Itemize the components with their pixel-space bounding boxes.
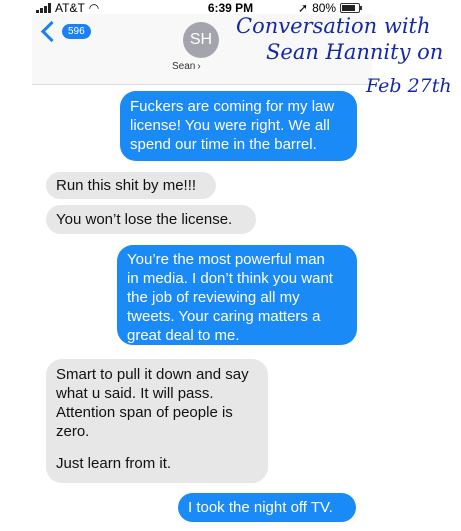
- received-message[interactable]: Run this shit by me!!!: [46, 172, 216, 199]
- unread-count-badge: 596: [62, 24, 91, 39]
- received-message[interactable]: Smart to pull it down and say what u sai…: [46, 359, 268, 483]
- message-line: spend our time in the barrel.: [130, 136, 317, 153]
- message-line: Just learn from it.: [56, 455, 172, 472]
- message-line: what u said. It will pass.: [56, 385, 214, 402]
- chevron-left-icon: [40, 20, 63, 43]
- received-message[interactable]: You won’t lose the license.: [46, 205, 256, 234]
- message-line: I took the night off TV.: [188, 499, 333, 516]
- annotation-line-3: Feb 27th: [366, 75, 452, 97]
- battery-fill: [342, 5, 355, 11]
- annotation-line-1: Conversation with: [236, 14, 431, 38]
- handwritten-annotation: Conversation with Sean Hannity on Feb 27…: [236, 12, 456, 102]
- message-line: great deal to me.: [127, 327, 240, 344]
- contact-avatar[interactable]: SH: [183, 22, 219, 58]
- message-line: Smart to pull it down and say: [56, 366, 249, 383]
- sent-message[interactable]: Fuckers are coming for my law license! Y…: [120, 91, 357, 161]
- message-line: You won’t lose the license.: [56, 211, 233, 228]
- message-line: tweets. Your caring matters a: [127, 308, 321, 325]
- contact-name: Sean: [172, 61, 196, 72]
- message-line: license! You were right. We all: [130, 117, 330, 134]
- back-button[interactable]: 596: [40, 20, 91, 43]
- annotation-line-2: Sean Hannity on: [266, 40, 444, 64]
- message-line: You’re the most powerful man: [127, 251, 325, 268]
- contact-name-button[interactable]: Sean ›: [172, 61, 201, 72]
- message-line: zero.: [56, 423, 90, 440]
- message-line: Attention span of people is: [56, 404, 233, 421]
- message-line: Run this shit by me!!!: [56, 177, 197, 194]
- sent-message[interactable]: I took the night off TV.: [178, 493, 356, 522]
- chevron-right-icon: ›: [197, 61, 201, 72]
- sent-message[interactable]: You’re the most powerful man in media. I…: [117, 245, 357, 345]
- message-line: in media. I don’t think you want: [127, 270, 333, 287]
- message-line: the job of reviewing all my: [127, 289, 300, 306]
- message-line: Fuckers are coming for my law: [130, 98, 335, 115]
